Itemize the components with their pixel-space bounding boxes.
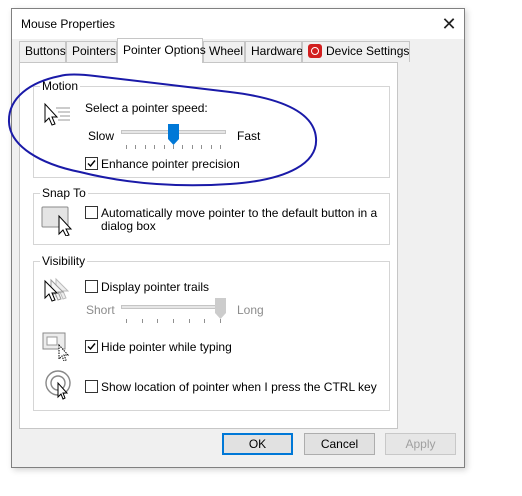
enhance-precision-label: Enhance pointer precision <box>101 157 240 171</box>
slider-tick <box>163 145 165 149</box>
tab-device-settings-label: Device Settings <box>326 44 410 58</box>
apply-button[interactable]: Apply <box>385 433 456 455</box>
tab-device-settings[interactable]: Device Settings <box>302 41 410 62</box>
trail-length-ticks <box>121 319 226 323</box>
show-location-checkbox[interactable] <box>85 380 98 393</box>
pointer-speed-label: Select a pointer speed: <box>85 101 208 115</box>
slider-tick <box>204 319 206 323</box>
show-location-label: Show location of pointer when I press th… <box>101 380 377 394</box>
slider-tick <box>154 145 156 149</box>
slider-tick <box>182 145 184 149</box>
synaptics-icon <box>308 44 322 58</box>
tab-wheel-label: Wheel <box>209 44 244 58</box>
slider-tick <box>188 319 190 323</box>
slider-tick <box>144 145 146 149</box>
trail-length-track[interactable] <box>121 305 226 309</box>
hide-while-typing-label: Hide pointer while typing <box>101 340 232 354</box>
short-label: Short <box>86 303 115 317</box>
slow-label: Slow <box>88 129 115 143</box>
tab-wheel[interactable]: Wheel <box>203 41 245 62</box>
enhance-precision-checkbox[interactable] <box>85 157 98 170</box>
pointer-speed-icon <box>44 102 70 126</box>
close-icon[interactable]: ✕ <box>436 11 462 37</box>
slider-tick <box>220 145 221 149</box>
slider-tick <box>157 319 159 323</box>
pointer-trails-icon <box>44 277 70 302</box>
slider-tick <box>126 319 127 323</box>
slider-tick <box>126 145 127 149</box>
tab-hardware[interactable]: Hardware <box>245 41 304 62</box>
tab-pointers[interactable]: Pointers <box>66 41 117 62</box>
window-title: Mouse Properties <box>21 17 116 31</box>
hide-typing-icon <box>42 332 70 361</box>
slider-tick <box>210 145 212 149</box>
auto-snap-label-line1: Automatically move pointer to the defaul… <box>101 206 378 220</box>
trail-length-slider[interactable] <box>215 298 226 320</box>
auto-snap-label-line2: dialog box <box>101 219 156 233</box>
tab-hardware-label: Hardware <box>251 44 304 58</box>
tab-buttons-label: Buttons <box>25 44 66 58</box>
tab-pointer-options-label: Pointer Options <box>123 43 206 57</box>
long-label: Long <box>237 303 264 317</box>
pointer-location-icon <box>45 370 71 400</box>
cancel-button[interactable]: Cancel <box>304 433 375 455</box>
snap-to-icon <box>41 206 73 236</box>
motion-group-label: Motion <box>40 79 81 93</box>
hide-while-typing-checkbox[interactable] <box>85 340 98 353</box>
fast-label: Fast <box>237 129 261 143</box>
snap-to-group-label: Snap To <box>40 186 88 200</box>
slider-tick <box>141 319 143 323</box>
slider-tick <box>135 145 137 149</box>
visibility-group-label: Visibility <box>40 254 88 268</box>
auto-snap-checkbox[interactable] <box>85 206 98 219</box>
tab-pointers-label: Pointers <box>72 44 117 58</box>
slider-tick <box>191 145 193 149</box>
tab-pointer-options[interactable]: Pointer Options <box>117 38 206 63</box>
title-bar: Mouse Properties ✕ <box>12 9 464 39</box>
tab-buttons[interactable]: Buttons <box>19 41 66 62</box>
pointer-trails-label: Display pointer trails <box>101 280 210 294</box>
ok-button[interactable]: OK <box>222 433 293 455</box>
slider-tick <box>173 319 174 323</box>
pointer-trails-checkbox[interactable] <box>85 280 98 293</box>
slider-tick <box>201 145 203 149</box>
pointer-speed-slider[interactable] <box>168 124 179 146</box>
